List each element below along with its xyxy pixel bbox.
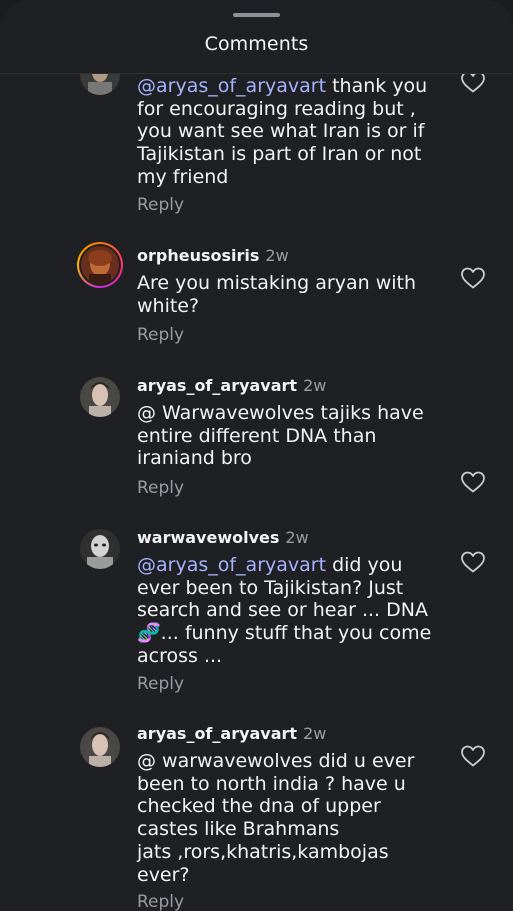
avatar[interactable]: [80, 377, 120, 417]
comment-item: @aryas_of_aryavart thank you for encoura…: [0, 74, 513, 220]
avatar[interactable]: [80, 727, 120, 767]
reply-button[interactable]: Reply: [137, 674, 184, 694]
comment-text: @aryas_of_aryavart thank you for encoura…: [137, 75, 428, 188]
drag-handle[interactable]: [233, 13, 280, 17]
reply-button[interactable]: Reply: [137, 892, 184, 911]
heart-icon[interactable]: [460, 74, 486, 94]
mention-link[interactable]: @aryas_of_aryavart: [137, 75, 326, 97]
timestamp: 2w: [303, 724, 327, 743]
username-link[interactable]: warwavewolves: [137, 528, 279, 547]
timestamp: 2w: [285, 528, 309, 547]
reply-button[interactable]: Reply: [137, 478, 184, 498]
threads-icon: @: [137, 750, 156, 772]
reply-button[interactable]: Reply: [137, 195, 184, 215]
heart-icon[interactable]: [460, 470, 486, 494]
reply-button[interactable]: Reply: [137, 325, 184, 345]
comment-header: orpheusosiris 2w: [137, 246, 289, 265]
timestamp: 2w: [303, 376, 327, 395]
comment-text: @aryas_of_aryavart did you ever been to …: [137, 554, 432, 667]
comments-list[interactable]: @aryas_of_aryavart thank you for encoura…: [0, 74, 513, 911]
avatar[interactable]: [77, 242, 123, 288]
username-link[interactable]: aryas_of_aryavart: [137, 724, 297, 743]
username-link[interactable]: aryas_of_aryavart: [137, 376, 297, 395]
comment-text: @ warwavewolves did u ever been to north…: [137, 750, 415, 886]
heart-icon[interactable]: [460, 550, 486, 574]
username-link[interactable]: orpheusosiris: [137, 246, 259, 265]
comment-header: aryas_of_aryavart 2w: [137, 376, 326, 395]
threads-icon: @: [137, 402, 156, 424]
heart-icon[interactable]: [460, 266, 486, 290]
comments-sheet: Comments @aryas_of_aryavart thank you fo…: [0, 0, 513, 911]
comment-text: Are you mistaking aryan with white?: [137, 272, 417, 317]
avatar[interactable]: [80, 74, 120, 95]
comment-header: warwavewolves 2w: [137, 528, 309, 547]
timestamp: 2w: [265, 246, 289, 265]
heart-icon[interactable]: [460, 744, 486, 768]
mention-link[interactable]: @aryas_of_aryavart: [137, 554, 326, 576]
comment-header: aryas_of_aryavart 2w: [137, 724, 326, 743]
comment-text: @ Warwavewolves tajiks have entire diffe…: [137, 402, 424, 470]
page-title: Comments: [204, 33, 309, 55]
avatar[interactable]: [80, 529, 120, 569]
